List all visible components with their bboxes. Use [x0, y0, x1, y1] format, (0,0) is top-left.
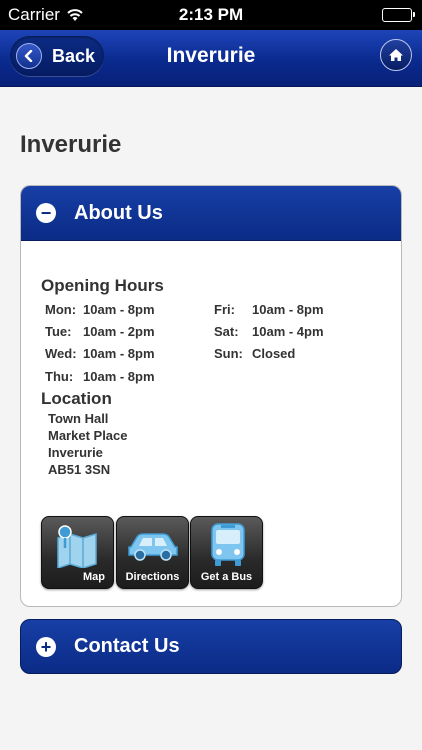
map-icon — [57, 525, 97, 568]
directions-button[interactable]: Directions — [116, 516, 189, 589]
map-button[interactable]: Map — [41, 516, 114, 589]
about-us-title: About Us — [74, 201, 163, 224]
hours-row-sat: Sat: 10am - 4pm — [214, 324, 324, 339]
hours-time: 10am - 2pm — [83, 324, 155, 339]
hours-time: 10am - 8pm — [83, 302, 155, 317]
hours-day: Mon: — [45, 302, 77, 317]
status-bar: Carrier 2:13 PM — [0, 0, 422, 30]
about-us-panel: − About Us Opening Hours Mon: 10am - 8pm … — [20, 185, 402, 607]
hours-row-mon: Mon: 10am - 8pm — [45, 302, 155, 317]
hours-day: Tue: — [45, 324, 72, 339]
map-label: Map — [83, 571, 105, 583]
clock: 2:13 PM — [178, 5, 244, 24]
directions-label: Directions — [125, 571, 180, 583]
home-button[interactable] — [380, 39, 412, 71]
hours-day: Sun: — [214, 346, 243, 361]
expand-icon: + — [36, 636, 56, 657]
contact-us-title: Contact Us — [74, 635, 180, 657]
car-icon — [128, 533, 178, 561]
navigation-bar: Back Inverurie — [0, 30, 422, 87]
bus-icon — [211, 523, 245, 566]
hours-row-sun: Sun: Closed — [214, 346, 295, 361]
get-a-bus-label: Get a Bus — [200, 571, 253, 583]
address-line: Town Hall — [48, 411, 109, 426]
home-icon — [389, 49, 403, 61]
hours-time: 10am - 8pm — [83, 346, 155, 361]
about-us-header[interactable]: − About Us — [21, 186, 401, 241]
hours-time: 10am - 8pm — [252, 302, 324, 317]
hours-day: Fri: — [214, 302, 235, 317]
hours-day: Thu: — [45, 369, 74, 384]
hours-time: 10am - 8pm — [83, 369, 155, 384]
collapse-icon: − — [36, 203, 56, 223]
page-title: Inverurie — [20, 131, 122, 158]
battery-icon — [382, 8, 415, 22]
hours-day: Wed: — [45, 346, 77, 361]
get-a-bus-button[interactable]: Get a Bus — [190, 516, 263, 589]
hours-row-fri: Fri: 10am - 8pm — [214, 302, 324, 317]
address-line: AB51 3SN — [48, 462, 111, 477]
hours-row-wed: Wed: 10am - 8pm — [45, 346, 155, 361]
contact-us-panel[interactable]: + Contact Us — [20, 619, 402, 674]
hours-day: Sat: — [214, 324, 239, 339]
opening-hours-title: Opening Hours — [41, 276, 164, 295]
address-line: Inverurie — [48, 445, 103, 460]
hours-row-tue: Tue: 10am - 2pm — [45, 324, 155, 339]
hours-row-thu: Thu: 10am - 8pm — [45, 369, 155, 384]
hours-time: 10am - 4pm — [252, 324, 324, 339]
nav-title: Inverurie — [166, 44, 256, 67]
hours-time: Closed — [252, 346, 296, 361]
address-line: Market Place — [48, 428, 128, 443]
location-title: Location — [41, 389, 112, 408]
